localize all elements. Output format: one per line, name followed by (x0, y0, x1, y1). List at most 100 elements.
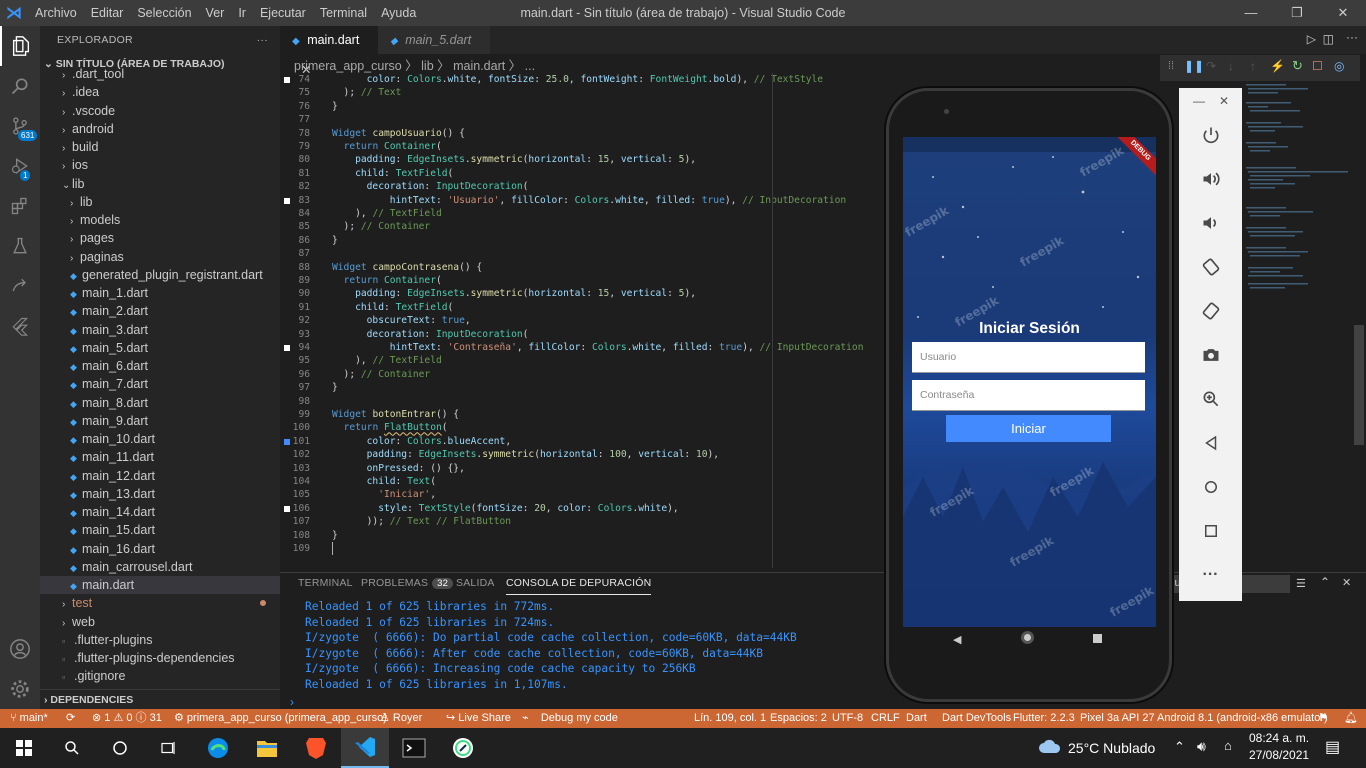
tree-item[interactable]: ◆ main_12.dart (40, 467, 280, 485)
close-panel-icon[interactable]: ✕ (1342, 576, 1351, 589)
rotate-left-icon[interactable] (1179, 252, 1242, 282)
pause-icon[interactable]: ❚❚ (1184, 59, 1204, 73)
debug-mode-indicator[interactable]: ⌁ Debug my code (522, 709, 618, 728)
close-emulator-icon[interactable]: ✕ (1219, 94, 1229, 108)
menu-ir[interactable]: Ir (231, 6, 253, 20)
tree-item[interactable]: ◆ main.dart (40, 576, 280, 595)
user-indicator[interactable]: ♙ Royer (380, 709, 422, 728)
device-selector[interactable]: Pixel 3a API 27 Android 8.1 (android-x86… (1080, 709, 1328, 728)
problems-indicator[interactable]: ⊗ 1 ⚠ 0 ⓘ 31 (92, 709, 162, 728)
tree-item[interactable]: ◆ main_5.dart (40, 339, 280, 357)
volume-icon[interactable]: 🔊︎ (1197, 738, 1206, 755)
menu-ejecutar[interactable]: Ejecutar (253, 6, 313, 20)
project-indicator[interactable]: ⚙ primera_app_curso (primera_app_curso) (174, 709, 387, 728)
home-icon[interactable] (1179, 472, 1242, 502)
more-options-icon[interactable]: ··· (1179, 560, 1242, 590)
tree-item[interactable]: › test (40, 594, 280, 612)
login-button[interactable]: Iniciar (946, 415, 1111, 442)
tree-item[interactable]: ▫ .flutter-plugins-dependencies (40, 649, 280, 667)
flutter-icon[interactable] (0, 306, 40, 346)
tree-item[interactable]: ◆ main_8.dart (40, 394, 280, 412)
task-view-icon[interactable] (144, 728, 192, 768)
tree-item[interactable]: ◆ main_1.dart (40, 284, 280, 302)
power-icon[interactable] (1179, 120, 1242, 150)
menu-seleccion[interactable]: Selección (130, 6, 198, 20)
tree-item[interactable]: › .idea (40, 83, 280, 101)
tree-item[interactable]: ◆ main_3.dart (40, 321, 280, 339)
menu-ayuda[interactable]: Ayuda (374, 6, 423, 20)
screenshot-camera-icon[interactable] (1179, 340, 1242, 370)
live-share-icon[interactable] (0, 266, 40, 306)
zoom-icon[interactable] (1179, 384, 1242, 414)
tree-item[interactable]: ◆ main_carrousel.dart (40, 558, 280, 576)
tree-item[interactable]: ◆ main_14.dart (40, 503, 280, 521)
editor-scrollbar[interactable] (1354, 325, 1364, 445)
code-editor[interactable]: 74 color: Colors.white, fontSize: 25.0, … (280, 73, 880, 563)
tree-item[interactable]: ◆ main_11.dart (40, 448, 280, 466)
emulator-screen[interactable]: freepik freepik freepik freepik freepik … (903, 137, 1156, 627)
android-studio-icon[interactable] (439, 728, 487, 768)
tree-item[interactable]: › pages (40, 229, 280, 247)
split-editor-icon[interactable]: ◫ (1323, 32, 1334, 46)
action-center-icon[interactable]: ▤ (1325, 737, 1340, 757)
tree-item[interactable]: ◆ main_2.dart (40, 302, 280, 320)
devtools-search-icon[interactable]: ◎ (1334, 59, 1344, 73)
stop-icon[interactable]: ☐ (1312, 59, 1323, 73)
clear-console-icon[interactable]: ☰ (1296, 577, 1306, 590)
search-icon[interactable] (48, 728, 96, 768)
dependencies-header[interactable]: › DEPENDENCIES (40, 689, 280, 709)
restore-icon[interactable]: ❐ (1274, 0, 1320, 26)
tree-item[interactable]: ◆ generated_plugin_registrant.dart (40, 266, 280, 284)
more-actions-icon[interactable]: ··· (1346, 30, 1358, 44)
tree-item[interactable]: › build (40, 138, 280, 156)
tree-item[interactable]: › .vscode (40, 102, 280, 120)
tab-main-dart[interactable]: ◆ main.dart ✕ (280, 26, 378, 77)
rotate-right-icon[interactable] (1179, 296, 1242, 326)
tree-item[interactable]: › lib (40, 193, 280, 211)
tree-item[interactable]: ◆ main_10.dart (40, 430, 280, 448)
restart-icon[interactable]: ↻ (1292, 58, 1303, 74)
vscode-taskbar-icon[interactable] (341, 728, 389, 768)
weather-cloud-icon[interactable] (1038, 737, 1062, 758)
flutter-version[interactable]: Flutter: 2.2.3 (1013, 709, 1075, 728)
show-hidden-icons-icon[interactable]: ⌃ (1174, 739, 1185, 755)
minimize-icon[interactable]: — (1228, 0, 1274, 26)
volume-up-icon[interactable] (1179, 164, 1242, 194)
tree-item[interactable]: › .dart_tool (40, 65, 280, 83)
nav-back-icon[interactable]: ◀ (953, 633, 961, 646)
clock-time[interactable]: 08:24 a. m. (1249, 731, 1309, 745)
tab-problemas[interactable]: PROBLEMAS 32 (361, 577, 454, 589)
line-ending[interactable]: CRLF (871, 709, 900, 728)
step-over-icon[interactable]: ↷ (1206, 59, 1216, 73)
tree-item[interactable]: ◆ main_7.dart (40, 375, 280, 393)
tree-item[interactable]: ◆ main_15.dart (40, 521, 280, 539)
tree-item[interactable]: ◆ main_6.dart (40, 357, 280, 375)
tree-item[interactable]: ▫ .flutter-plugins (40, 631, 280, 649)
clock-date[interactable]: 27/08/2021 (1249, 748, 1309, 762)
dart-devtools[interactable]: Dart DevTools (942, 709, 1011, 728)
feedback-icon[interactable]: ⚑ (1318, 709, 1328, 728)
explorer-icon[interactable] (0, 26, 40, 66)
menu-editar[interactable]: Editar (84, 6, 131, 20)
menu-ver[interactable]: Ver (199, 6, 232, 20)
search-icon[interactable] (0, 66, 40, 106)
tree-item[interactable]: ⌄ lib (40, 175, 280, 193)
breadcrumb[interactable]: primera_app_curso 〉 lib 〉 main.dart 〉 ..… (294, 55, 535, 74)
tree-item[interactable]: ◆ main_16.dart (40, 540, 280, 558)
tab-consola-depuracion[interactable]: CONSOLA DE DEPURACIÓN (506, 577, 652, 595)
run-debug-icon[interactable]: 1 (0, 146, 40, 186)
nav-recents-icon[interactable] (1093, 634, 1102, 643)
cortana-icon[interactable] (96, 728, 144, 768)
edge-browser-icon[interactable] (194, 728, 242, 768)
tree-item[interactable]: ◆ main_9.dart (40, 412, 280, 430)
windows-start-icon[interactable] (0, 728, 48, 768)
live-share-button[interactable]: ↪ Live Share (446, 709, 511, 728)
tree-item[interactable]: › web (40, 613, 280, 631)
tree-item[interactable]: ▫ .gitignore (40, 667, 280, 685)
tree-item[interactable]: › models (40, 211, 280, 229)
tab-terminal[interactable]: TERMINAL (298, 577, 353, 589)
step-out-icon[interactable]: ↑ (1250, 59, 1256, 73)
settings-gear-icon[interactable] (0, 669, 40, 709)
indentation[interactable]: Espacios: 2 (770, 709, 827, 728)
nav-home-icon[interactable] (1021, 631, 1034, 644)
